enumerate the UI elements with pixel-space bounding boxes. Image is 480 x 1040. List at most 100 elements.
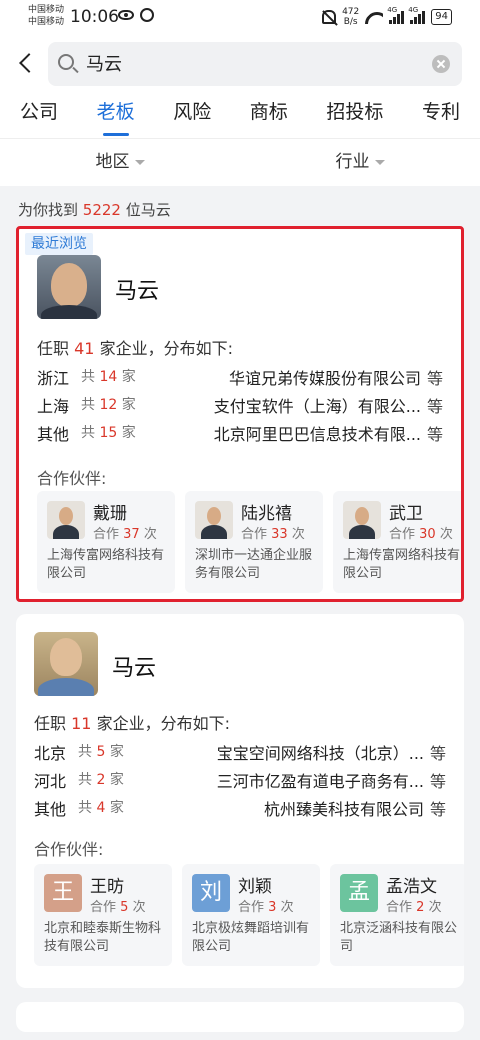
recent-badge: 最近浏览 — [25, 233, 93, 255]
partner-name: 孟浩文 — [386, 877, 437, 897]
region-company: 支付宝软件（上海）有限公... — [213, 397, 421, 416]
person-card[interactable]: 最近浏览 马云 任职 41 家企业，分布如下: 浙江 共 14 家 华谊兄弟传媒… — [16, 226, 464, 602]
search-header — [0, 36, 480, 92]
region-name: 其他 — [34, 800, 67, 819]
partner-avatar — [343, 501, 381, 539]
tenure-summary: 任职 11 家企业，分布如下: — [34, 710, 230, 734]
region-company: 杭州臻美科技有限公司 — [263, 800, 424, 819]
tab-bidding[interactable]: 招投标 — [326, 92, 383, 138]
partner-card[interactable]: 王 王昉 合作 5 次 北京和睦泰斯生物科技有限公司 — [34, 864, 172, 966]
partner-company: 北京和睦泰斯生物科技有限公司 — [44, 921, 162, 954]
region-more: 等 — [429, 744, 446, 763]
tab-boss[interactable]: 老板 — [97, 92, 135, 138]
partner-count: 合作 2 次 — [386, 900, 442, 915]
back-arrow-icon[interactable] — [14, 50, 38, 78]
person-avatar[interactable] — [34, 632, 98, 696]
speed-unit: B/s — [343, 17, 358, 27]
industry-filter-label: 行业 — [335, 152, 370, 172]
partner-list: 王 王昉 合作 5 次 北京和睦泰斯生物科技有限公司 刘 刘颖 合作 3 次 北… — [34, 864, 464, 966]
network-speed: 472 B/s — [342, 7, 359, 27]
region-more: 等 — [429, 772, 446, 791]
carrier-1: 中国移动 — [28, 5, 65, 15]
partner-card[interactable]: 刘 刘颖 合作 3 次 北京极炫舞蹈培训有限公司 — [182, 864, 320, 966]
region-company: 华谊兄弟传媒股份有限公司 — [228, 369, 421, 388]
region-row[interactable]: 其他 共 15 家 北京阿里巴巴信息技术有限... 等 — [37, 421, 443, 449]
region-more: 等 — [429, 800, 446, 819]
status-icons: 472 B/s 4G 4G 94 — [322, 5, 452, 29]
search-icon — [58, 54, 74, 70]
tab-risk[interactable]: 风险 — [173, 92, 211, 138]
filter-bar: 地区 行业 — [0, 138, 480, 186]
partner-company: 上海传富网络科技有限公司 — [343, 548, 461, 581]
tenure-suffix: 家企业，分布如下: — [99, 339, 233, 358]
tab-patent[interactable]: 专利 — [422, 92, 460, 138]
region-company: 北京阿里巴巴信息技术有限... — [213, 425, 421, 444]
region-filter[interactable]: 地区 — [0, 139, 240, 186]
carrier-labels: 中国移动 中国移动 — [28, 4, 64, 28]
speed-value: 472 — [342, 7, 360, 17]
result-count: 为你找到 5222 位马云 — [0, 186, 480, 226]
partner-count: 合作 37 次 — [93, 527, 157, 542]
carrier-2: 中国移动 — [28, 17, 65, 27]
partner-avatar: 刘 — [192, 874, 230, 912]
region-row[interactable]: 上海 共 12 家 支付宝软件（上海）有限公... 等 — [37, 393, 443, 421]
partner-count: 合作 5 次 — [90, 900, 146, 915]
partner-name: 刘颖 — [238, 877, 272, 897]
partners-label: 合作伙伴: — [34, 840, 104, 859]
person-avatar[interactable] — [37, 255, 101, 319]
search-box[interactable] — [48, 42, 462, 86]
industry-filter[interactable]: 行业 — [240, 139, 480, 186]
partner-card[interactable]: 戴珊 合作 37 次 上海传富网络科技有限公司 — [37, 491, 175, 593]
partner-company: 上海传富网络科技有限公司 — [47, 548, 165, 581]
region-count: 共 2 家 — [78, 772, 124, 788]
region-row[interactable]: 其他 共 4 家 杭州臻美科技有限公司 等 — [34, 796, 446, 824]
region-count: 共 4 家 — [78, 800, 124, 816]
search-input[interactable] — [86, 52, 416, 73]
region-row[interactable]: 北京 共 5 家 宝宝空间网络科技（北京）... 等 — [34, 740, 446, 768]
category-tabs: 公司 老板 风险 商标 招投标 专利 — [0, 92, 480, 138]
region-count: 共 15 家 — [81, 425, 136, 441]
partner-card[interactable]: 孟 孟浩文 合作 2 次 北京泛涵科技有限公司 — [330, 864, 464, 966]
clock: 10:06 — [70, 7, 119, 27]
partner-name: 陆兆禧 — [241, 504, 292, 524]
signal-icon-2: 4G — [408, 6, 426, 24]
person-card[interactable] — [16, 1002, 464, 1032]
eye-icon — [118, 10, 134, 20]
partner-count: 合作 30 次 — [389, 527, 453, 542]
region-more: 等 — [426, 397, 443, 416]
person-name[interactable]: 马云 — [115, 273, 159, 305]
tenure-suffix: 家企业，分布如下: — [96, 714, 230, 733]
region-row[interactable]: 浙江 共 14 家 华谊兄弟传媒股份有限公司 等 — [37, 365, 443, 393]
region-count: 共 5 家 — [78, 744, 124, 760]
clear-icon[interactable] — [432, 55, 450, 73]
region-name: 北京 — [34, 744, 67, 763]
region-name: 其他 — [37, 425, 70, 444]
person-name[interactable]: 马云 — [112, 650, 156, 682]
person-card[interactable]: 马云 任职 11 家企业，分布如下: 北京 共 5 家 宝宝空间网络科技（北京）… — [16, 614, 464, 988]
partner-count: 合作 33 次 — [241, 527, 305, 542]
tenure-count: 41 — [74, 339, 95, 358]
partner-name: 戴珊 — [93, 504, 127, 524]
tab-company[interactable]: 公司 — [20, 92, 58, 138]
caret-down-icon — [134, 159, 145, 165]
tenure-summary: 任职 41 家企业，分布如下: — [37, 335, 233, 359]
region-name: 浙江 — [37, 369, 70, 388]
region-row[interactable]: 河北 共 2 家 三河市亿盈有道电子商务有... 等 — [34, 768, 446, 796]
signal-label-1: 4G — [387, 6, 398, 14]
partner-card[interactable]: 武卫 合作 30 次 上海传富网络科技有限公司 — [333, 491, 461, 593]
alarm-icon — [140, 8, 154, 22]
signal-icon-1: 4G — [387, 6, 405, 24]
result-prefix: 为你找到 — [18, 201, 79, 219]
tenure-prefix: 任职 — [37, 339, 70, 358]
battery-icon: 94 — [431, 9, 452, 25]
region-name: 上海 — [37, 397, 70, 416]
tenure-prefix: 任职 — [34, 714, 67, 733]
region-count: 共 14 家 — [81, 369, 136, 385]
partner-card[interactable]: 陆兆禧 合作 33 次 深圳市一达通企业服务有限公司 — [185, 491, 323, 593]
tab-trademark[interactable]: 商标 — [250, 92, 288, 138]
partner-avatar: 孟 — [340, 874, 378, 912]
partner-name: 王昉 — [90, 877, 124, 897]
status-bar: 中国移动 中国移动 10:06 472 B/s 4G 4G 94 — [0, 0, 480, 36]
caret-down-icon — [374, 159, 385, 165]
signal-label-2: 4G — [408, 6, 419, 14]
